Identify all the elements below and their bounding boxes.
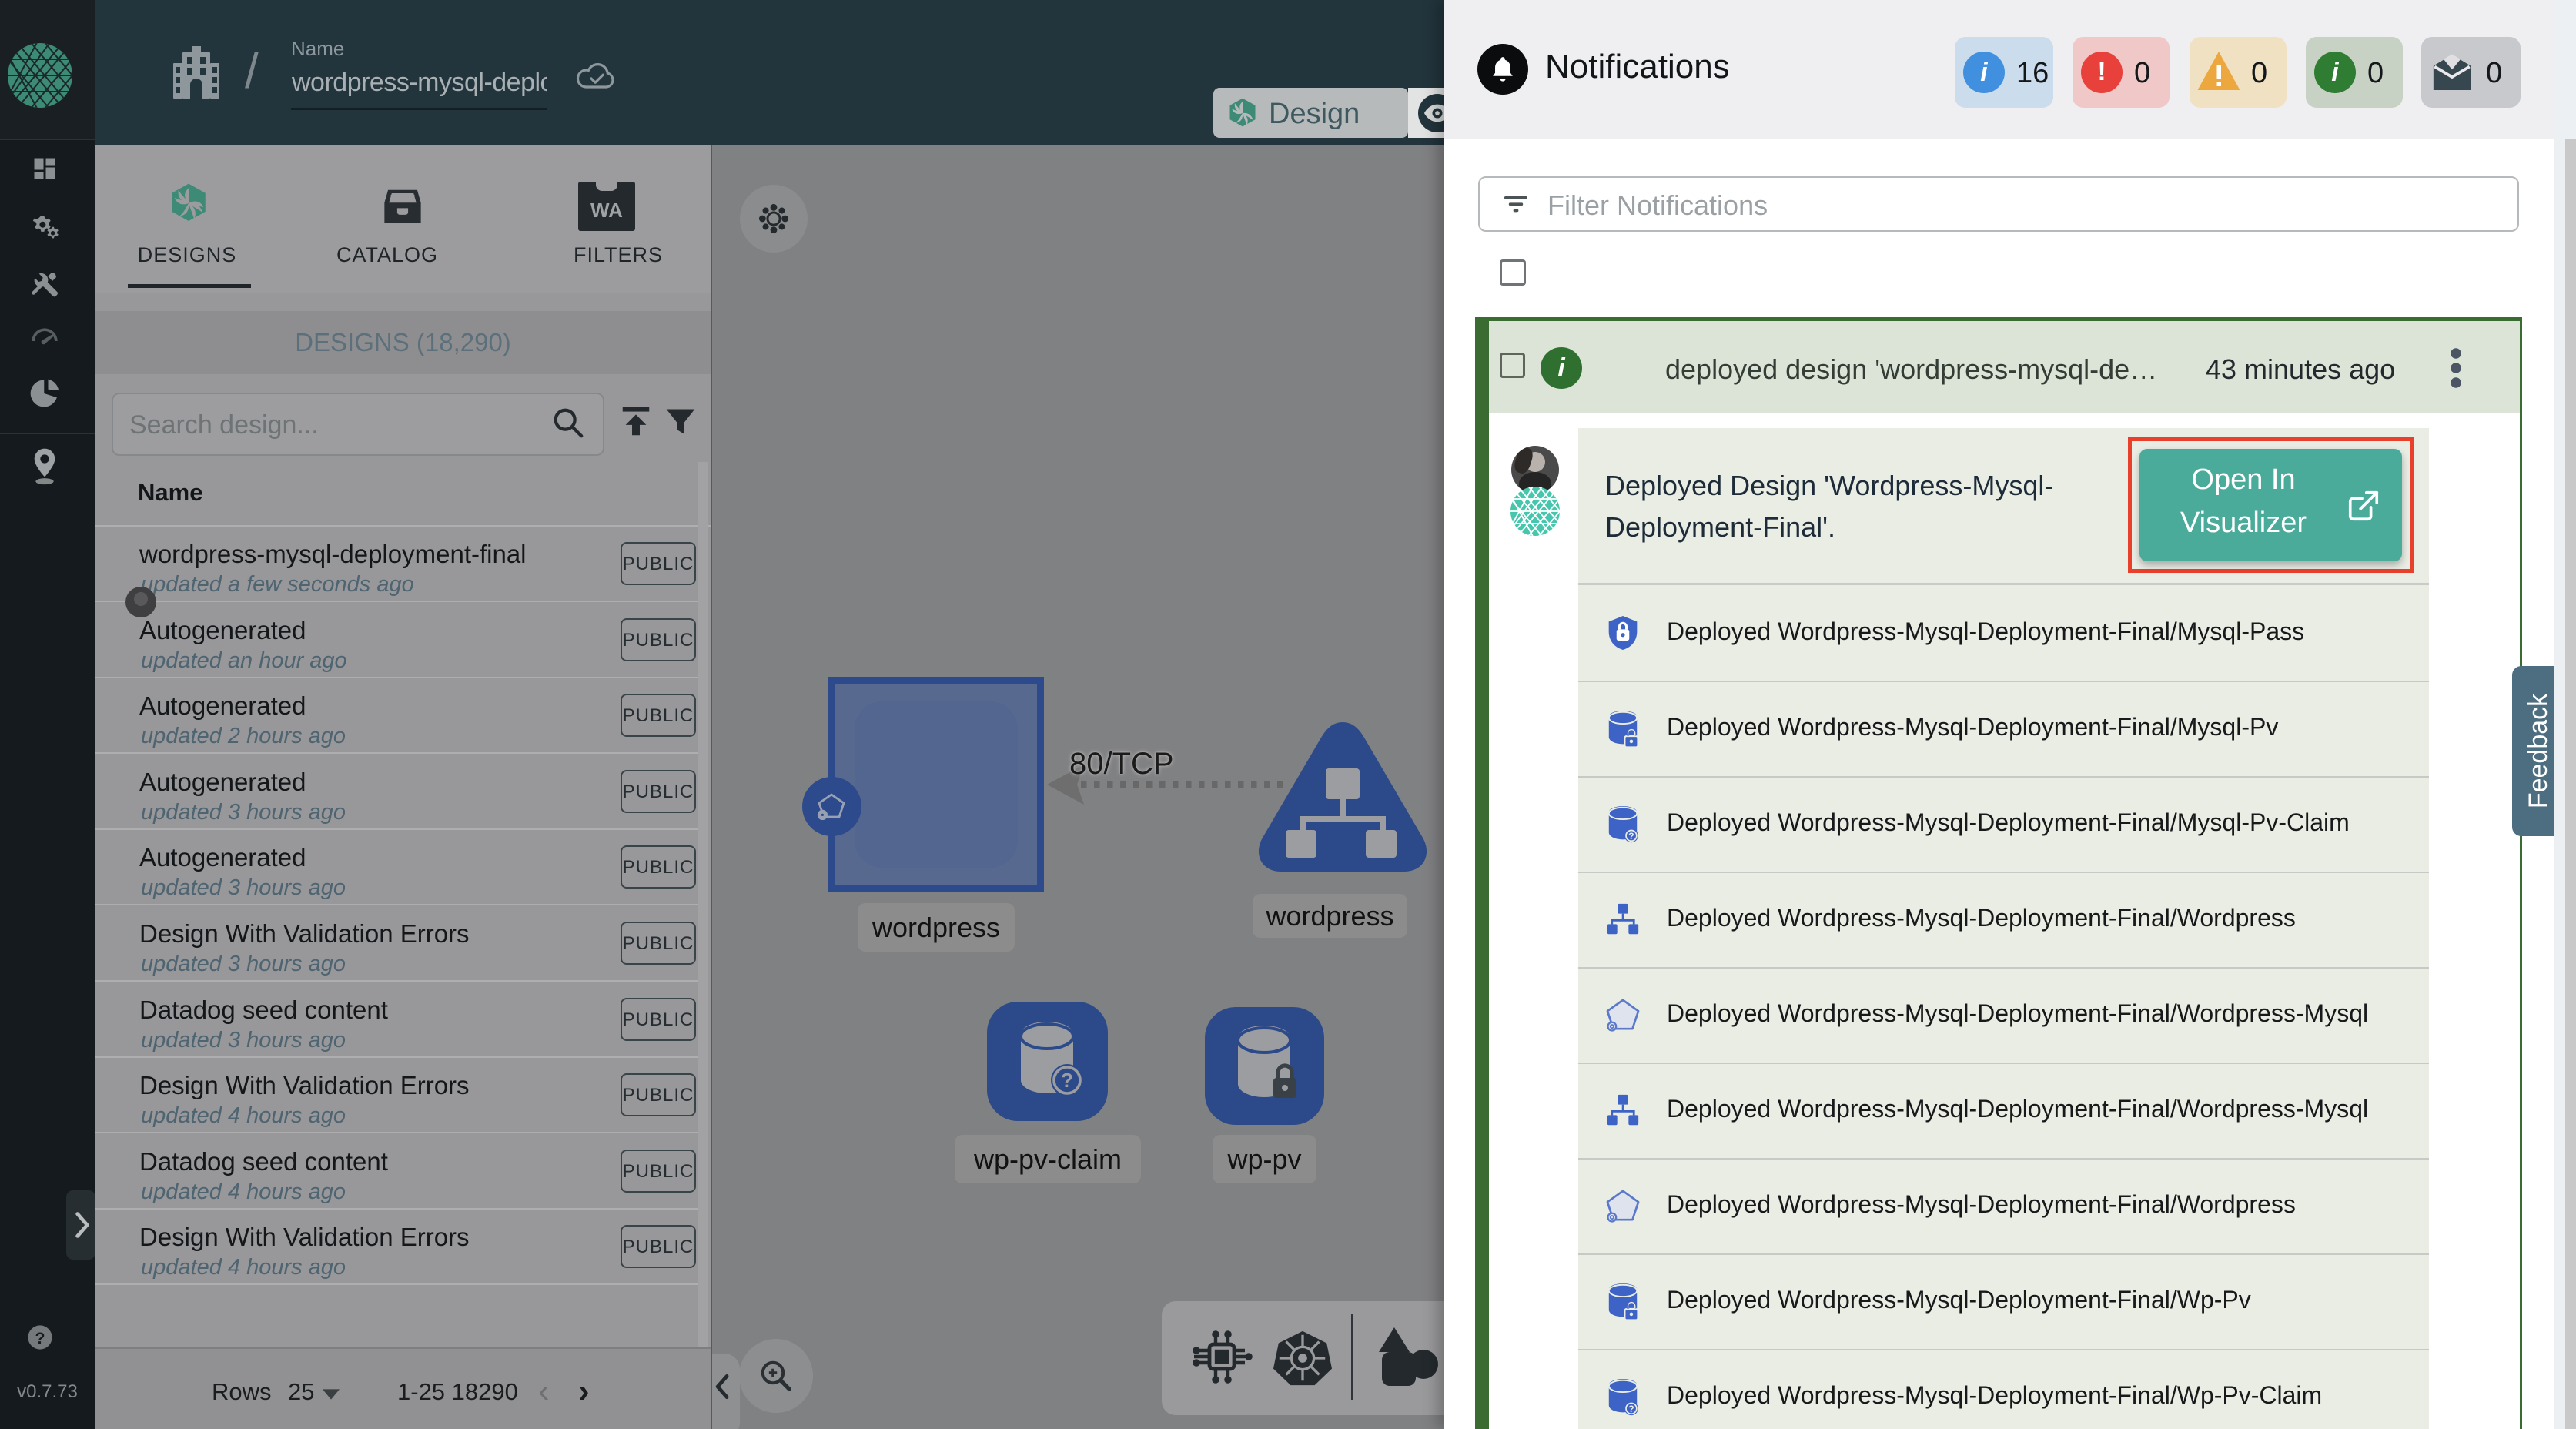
svg-text:?: ? bbox=[1628, 831, 1634, 842]
svg-text:?: ? bbox=[1061, 1069, 1073, 1092]
svg-text:?: ? bbox=[1628, 1404, 1634, 1414]
svg-text:?: ? bbox=[35, 1329, 45, 1347]
